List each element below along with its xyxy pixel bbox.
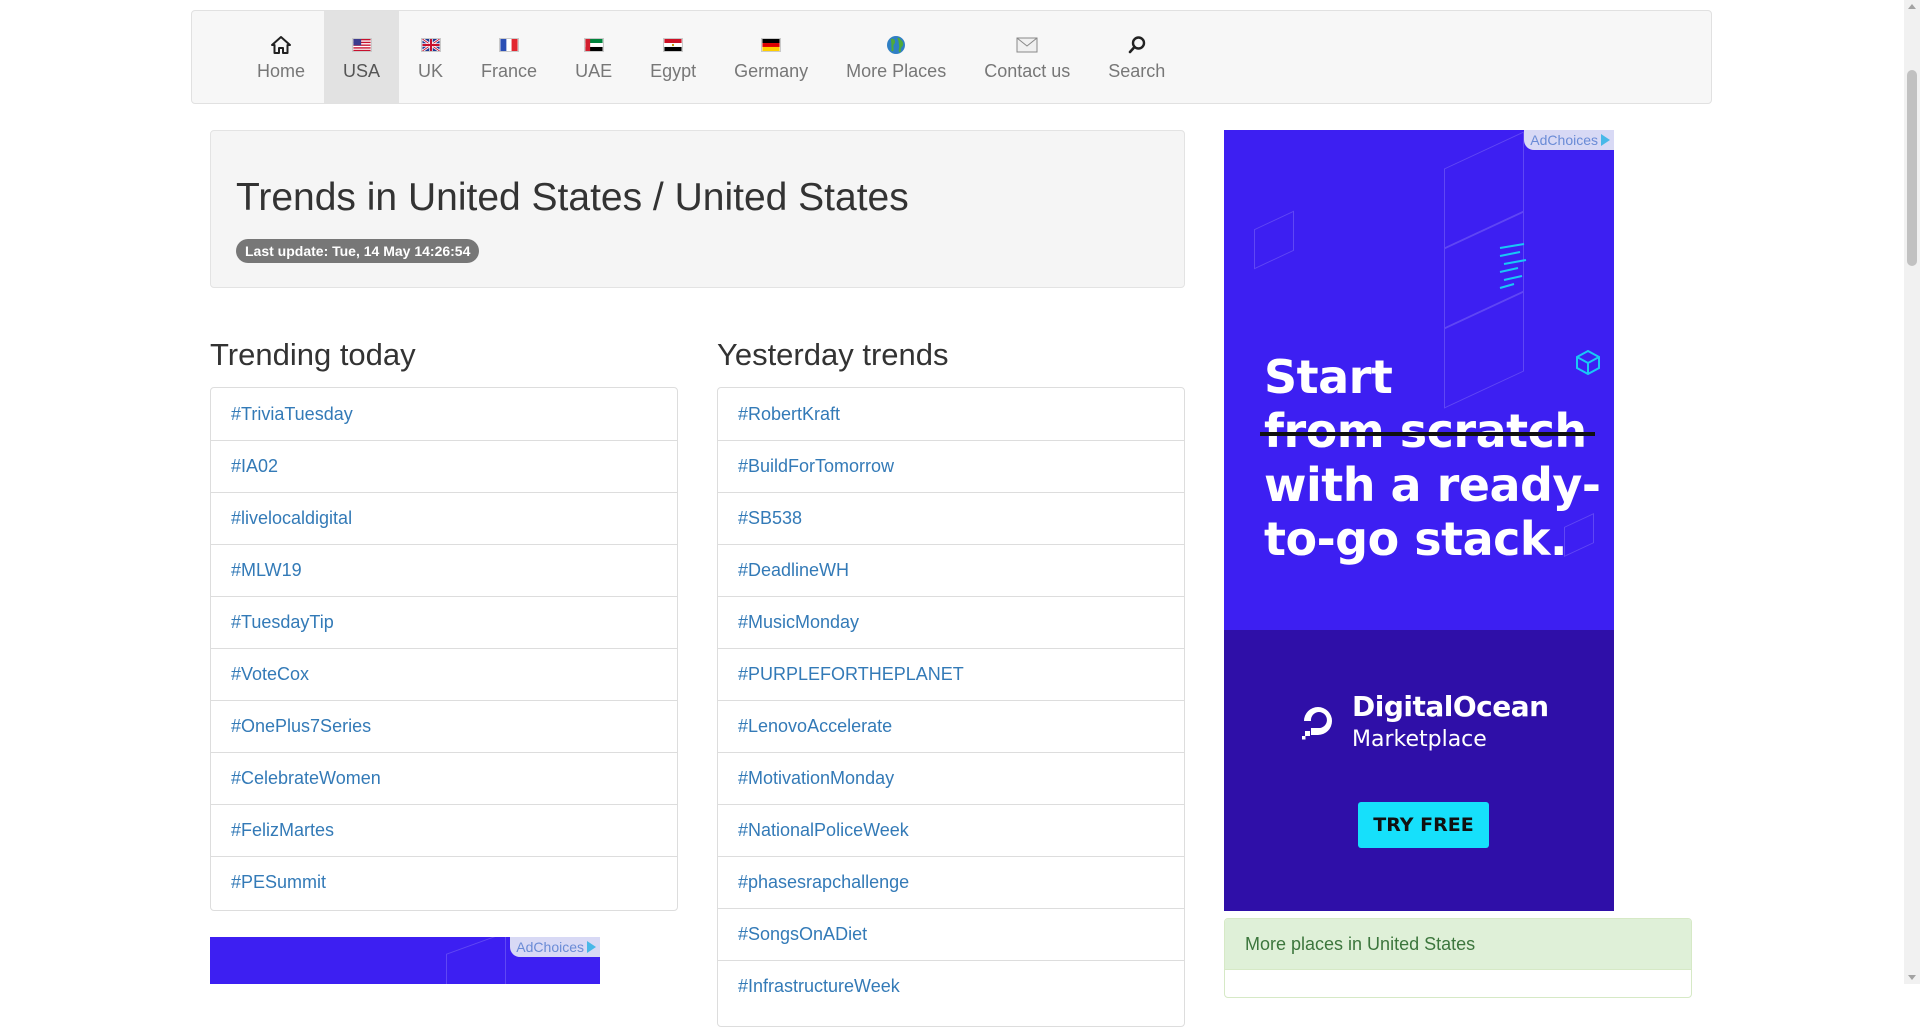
nav-label: UK — [418, 61, 444, 81]
brand-name: DigitalOcean — [1352, 690, 1549, 723]
trend-link[interactable]: #DeadlineWH — [718, 544, 1184, 596]
nav-label: More Places — [846, 61, 947, 81]
nav-label: Germany — [734, 61, 809, 81]
france-flag-icon — [499, 35, 520, 55]
nav-label: USA — [343, 61, 381, 81]
navbar: Home USA UK France UAE Egypt Germany Mor… — [191, 10, 1712, 104]
yesterday-trends-title: Yesterday trends — [717, 337, 949, 372]
us-flag-icon — [351, 35, 372, 55]
adchoices-icon — [1601, 134, 1610, 146]
trend-link[interactable]: #TriviaTuesday — [211, 388, 677, 440]
trend-link[interactable]: #NationalPoliceWeek — [718, 804, 1184, 856]
page: Home USA UK France UAE Egypt Germany Mor… — [0, 0, 1904, 1027]
nav-label: Search — [1108, 61, 1166, 81]
more-places-heading: More places in United States — [1225, 919, 1691, 970]
ad-line: to-go stack. — [1264, 512, 1567, 566]
trend-link[interactable]: #phasesrapchallenge — [718, 856, 1184, 908]
adchoices-badge[interactable]: AdChoices — [1524, 130, 1614, 150]
nav-label: Home — [257, 61, 306, 81]
yesterday-trends-list: #RobertKraft #BuildForTomorrow #SB538 #D… — [717, 387, 1185, 1027]
page-title: Trends in United States / United States — [236, 176, 909, 219]
more-places-panel: More places in United States — [1224, 918, 1692, 998]
home-icon — [270, 35, 292, 55]
adchoices-badge[interactable]: AdChoices — [510, 937, 600, 957]
digitalocean-logo-icon — [1302, 707, 1332, 740]
nav-item-uk[interactable]: UK — [399, 11, 462, 103]
page-scrollbar[interactable] — [1904, 0, 1920, 984]
trend-link[interactable]: #VoteCox — [211, 648, 677, 700]
cube-decoration — [1254, 210, 1294, 270]
digitalocean-logo: DigitalOcean Marketplace — [1298, 690, 1549, 752]
trend-link[interactable]: #IA02 — [211, 440, 677, 492]
nav-label: France — [481, 61, 538, 81]
trend-link[interactable]: #BuildForTomorrow — [718, 440, 1184, 492]
trend-link[interactable]: #SongsOnADiet — [718, 908, 1184, 960]
ad-brand-section: DigitalOcean Marketplace TRY FREE — [1224, 630, 1614, 911]
nav-item-germany[interactable]: Germany — [715, 11, 827, 103]
nav-items: Home USA UK France UAE Egypt Germany Mor… — [238, 11, 1184, 103]
trend-link[interactable]: #SB538 — [718, 492, 1184, 544]
nav-label: UAE — [575, 61, 613, 81]
trend-link[interactable]: #MusicMonday — [718, 596, 1184, 648]
uk-flag-icon — [420, 35, 441, 55]
ad-headline: Start from scratch with a ready- to-go s… — [1264, 350, 1601, 566]
trend-link[interactable]: #CelebrateWomen — [211, 752, 677, 804]
trend-link[interactable]: #RobertKraft — [718, 388, 1184, 440]
search-icon — [1127, 35, 1147, 55]
trend-link[interactable]: #MLW19 — [211, 544, 677, 596]
uae-flag-icon — [583, 35, 604, 55]
trend-link[interactable]: #LenovoAccelerate — [718, 700, 1184, 752]
trend-link[interactable]: #PESummit — [211, 856, 677, 908]
adchoices-label: AdChoices — [1530, 132, 1598, 148]
egypt-flag-icon — [663, 35, 684, 55]
nav-label: Contact us — [984, 61, 1071, 81]
trending-today-list: #TriviaTuesday #IA02 #livelocaldigital #… — [210, 387, 678, 911]
nav-item-usa[interactable]: USA — [324, 11, 400, 103]
trend-link[interactable]: #TuesdayTip — [211, 596, 677, 648]
ad-line: with a ready- — [1264, 458, 1601, 512]
nav-item-uae[interactable]: UAE — [556, 11, 631, 103]
nav-item-contact-us[interactable]: Contact us — [965, 11, 1089, 103]
trending-today-title: Trending today — [210, 337, 416, 372]
trend-link[interactable]: #livelocaldigital — [211, 492, 677, 544]
scroll-down-arrow-icon[interactable] — [1908, 975, 1916, 980]
code-graphic-icon — [1499, 243, 1527, 289]
nav-item-search[interactable]: Search — [1089, 11, 1184, 103]
adchoices-label: AdChoices — [516, 939, 584, 955]
bottom-ad-banner[interactable]: AdChoices — [210, 937, 600, 984]
scroll-thumb[interactable] — [1907, 70, 1917, 266]
adchoices-icon — [587, 941, 596, 953]
ad-line: Start — [1264, 350, 1393, 404]
trend-link[interactable]: #OnePlus7Series — [211, 700, 677, 752]
envelope-icon — [1016, 35, 1038, 55]
brand-subtitle: Marketplace — [1352, 727, 1487, 752]
cube-decoration — [446, 937, 506, 984]
trend-link[interactable]: #InfrastructureWeek — [718, 960, 1184, 1012]
ad-struck-line: from scratch — [1264, 404, 1587, 458]
nav-item-france[interactable]: France — [462, 11, 556, 103]
trend-link[interactable]: #MotivationMonday — [718, 752, 1184, 804]
try-free-button[interactable]: TRY FREE — [1358, 802, 1489, 848]
trend-link[interactable]: #FelizMartes — [211, 804, 677, 856]
nav-item-egypt[interactable]: Egypt — [631, 11, 715, 103]
nav-label: Egypt — [650, 61, 697, 81]
scroll-up-arrow-icon[interactable] — [1908, 4, 1916, 9]
nav-item-home[interactable]: Home — [238, 11, 324, 103]
globe-icon — [886, 35, 906, 55]
trend-link[interactable]: #PURPLEFORTHEPLANET — [718, 648, 1184, 700]
nav-item-more-places[interactable]: More Places — [827, 11, 965, 103]
germany-flag-icon — [761, 35, 782, 55]
last-update-badge: Last update: Tue, 14 May 14:26:54 — [236, 239, 480, 263]
sidebar-ad[interactable]: AdChoices Start from scratch with a read… — [1224, 130, 1614, 911]
page-header: Trends in United States / United States … — [210, 130, 1185, 288]
